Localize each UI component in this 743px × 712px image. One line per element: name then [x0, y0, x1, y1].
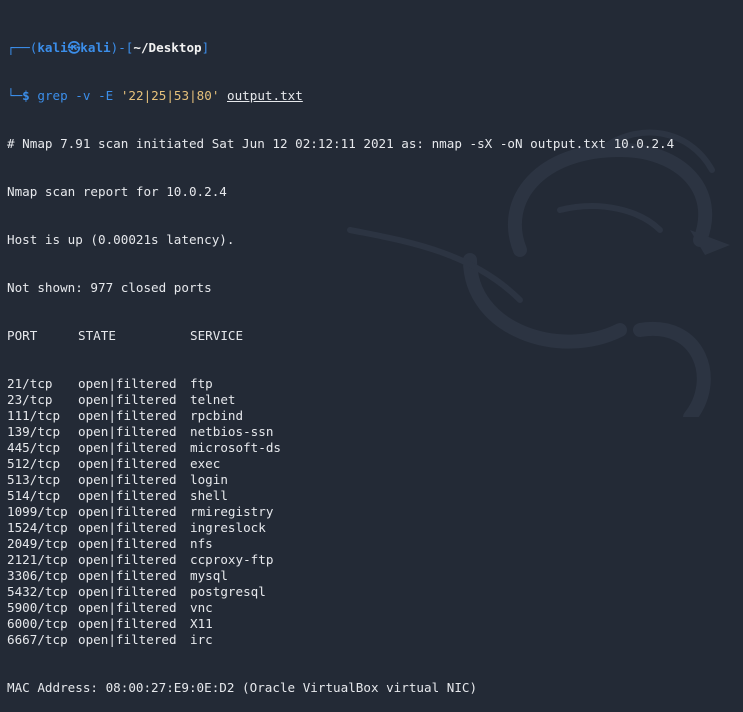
port-cell: 23/tcp [7, 392, 53, 407]
table-row: 2049/tcp open|filtered nfs [7, 536, 743, 552]
state-cell: open|filtered [78, 504, 177, 519]
port-cell: 1099/tcp [7, 504, 68, 519]
prompt-directory: ~/Desktop [133, 40, 202, 55]
column-header-state: STATE [78, 328, 116, 343]
table-row: 1524/tcp open|filtered ingreslock [7, 520, 743, 536]
nmap-header-line: # Nmap 7.91 scan initiated Sat Jun 12 02… [7, 136, 675, 151]
state-cell: open|filtered [78, 616, 177, 631]
nmap-report-line: Nmap scan report for 10.0.2.4 [7, 184, 227, 199]
table-row: 1099/tcp open|filtered rmiregistry [7, 504, 743, 520]
terminal-output[interactable]: ┌──(kali㉿kali)-[~/Desktop] └─$ grep -v -… [7, 8, 743, 712]
table-row: 5432/tcp open|filtered postgresql [7, 584, 743, 600]
service-cell: shell [190, 488, 228, 503]
service-cell: microsoft-ds [190, 440, 281, 455]
service-cell: nfs [190, 536, 213, 551]
service-cell: ingreslock [190, 520, 266, 535]
prompt-line-2[interactable]: └─$ grep -v -E '22|25|53|80' output.txt [7, 88, 743, 104]
command-flag-v: -v [75, 88, 91, 103]
state-cell: open|filtered [78, 392, 177, 407]
state-cell: open|filtered [78, 456, 177, 471]
port-cell: 6667/tcp [7, 632, 68, 647]
table-row: 21/tcp open|filtered ftp [7, 376, 743, 392]
state-cell: open|filtered [78, 376, 177, 391]
state-cell: open|filtered [78, 408, 177, 423]
service-cell: X11 [190, 616, 213, 631]
port-cell: 512/tcp [7, 456, 61, 471]
prompt-line-1: ┌──(kali㉿kali)-[~/Desktop] [7, 40, 210, 55]
port-cell: 2049/tcp [7, 536, 68, 551]
column-header-service: SERVICE [190, 328, 244, 343]
service-cell: mysql [190, 568, 228, 583]
not-shown-line: Not shown: 977 closed ports [7, 280, 212, 295]
state-cell: open|filtered [78, 520, 177, 535]
service-cell: ftp [190, 376, 213, 391]
port-cell: 3306/tcp [7, 568, 68, 583]
service-cell: netbios-ssn [190, 424, 274, 439]
port-cell: 5900/tcp [7, 600, 68, 615]
table-row: 514/tcp open|filtered shell [7, 488, 743, 504]
table-row: 3306/tcp open|filtered mysql [7, 568, 743, 584]
table-header: PORT STATE SERVICE [7, 328, 743, 344]
prompt-at-symbol: ㉿ [67, 40, 81, 55]
host-status-line: Host is up (0.00021s latency). [7, 232, 235, 247]
mac-address-line: MAC Address: 08:00:27:E9:0E:D2 (Oracle V… [7, 680, 478, 695]
column-header-port: PORT [7, 328, 38, 343]
port-cell: 2121/tcp [7, 552, 68, 567]
state-cell: open|filtered [78, 440, 177, 455]
service-cell: postgresql [190, 584, 266, 599]
prompt-dollar: $ [22, 88, 30, 103]
service-cell: telnet [190, 392, 236, 407]
service-cell: ccproxy-ftp [190, 552, 274, 567]
table-row: 512/tcp open|filtered exec [7, 456, 743, 472]
prompt-host: kali [80, 40, 111, 55]
service-cell: login [190, 472, 228, 487]
state-cell: open|filtered [78, 584, 177, 599]
prompt-user: kali [37, 40, 68, 55]
state-cell: open|filtered [78, 472, 177, 487]
port-cell: 111/tcp [7, 408, 61, 423]
port-cell: 514/tcp [7, 488, 61, 503]
state-cell: open|filtered [78, 488, 177, 503]
state-cell: open|filtered [78, 552, 177, 567]
table-row: 445/tcp open|filtered microsoft-ds [7, 440, 743, 456]
state-cell: open|filtered [78, 424, 177, 439]
table-row: 5900/tcp open|filtered vnc [7, 600, 743, 616]
table-row: 6667/tcp open|filtered irc [7, 632, 743, 648]
table-row: 513/tcp open|filtered login [7, 472, 743, 488]
state-cell: open|filtered [78, 600, 177, 615]
state-cell: open|filtered [78, 568, 177, 583]
command-pattern: '22|25|53|80' [120, 88, 220, 103]
table-row: 139/tcp open|filtered netbios-ssn [7, 424, 743, 440]
port-cell: 513/tcp [7, 472, 61, 487]
command-name: grep [37, 88, 68, 103]
state-cell: open|filtered [78, 536, 177, 551]
state-cell: open|filtered [78, 632, 177, 647]
service-cell: irc [190, 632, 213, 647]
port-cell: 21/tcp [7, 376, 53, 391]
table-row: 111/tcp open|filtered rpcbind [7, 408, 743, 424]
port-cell: 6000/tcp [7, 616, 68, 631]
command-flag-e: -E [98, 88, 114, 103]
table-row: 6000/tcp open|filtered X11 [7, 616, 743, 632]
service-cell: exec [190, 456, 221, 471]
service-cell: rmiregistry [190, 504, 274, 519]
command-file: output.txt [227, 88, 303, 103]
service-cell: vnc [190, 600, 213, 615]
port-cell: 139/tcp [7, 424, 61, 439]
port-cell: 5432/tcp [7, 584, 68, 599]
table-row: 2121/tcp open|filtered ccproxy-ftp [7, 552, 743, 568]
port-cell: 445/tcp [7, 440, 61, 455]
port-cell: 1524/tcp [7, 520, 68, 535]
table-row: 23/tcp open|filtered telnet [7, 392, 743, 408]
service-cell: rpcbind [190, 408, 244, 423]
